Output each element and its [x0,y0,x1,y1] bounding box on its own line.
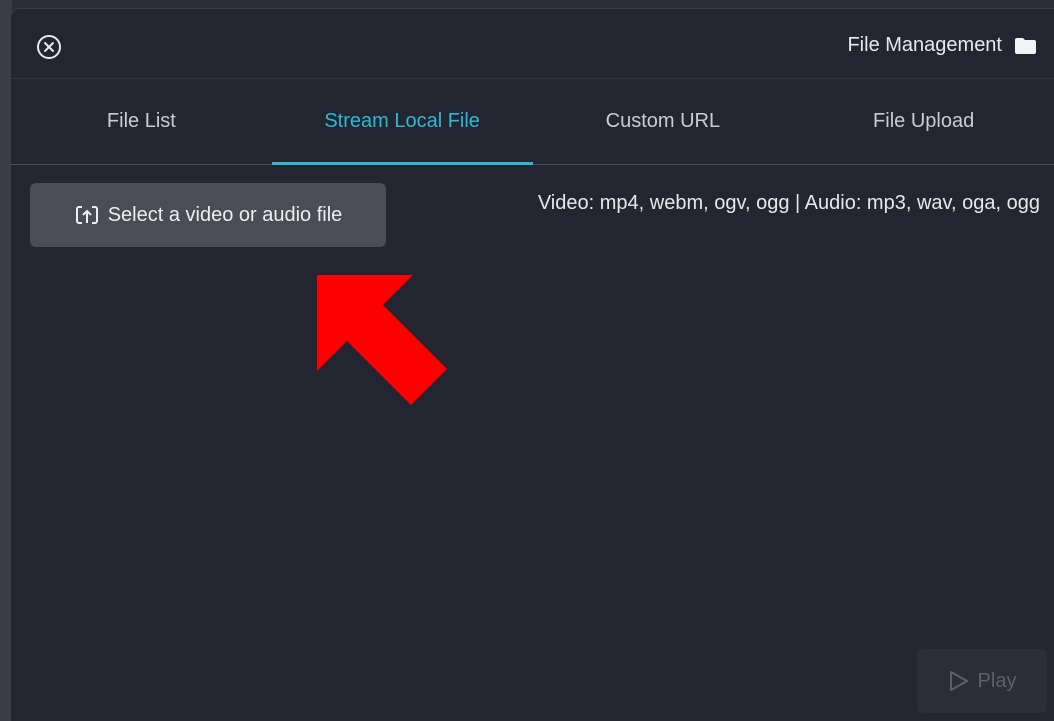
play-icon [949,671,968,691]
supported-formats-text: Video: mp4, webm, ogv, ogg | Audio: mp3,… [537,192,1040,214]
close-circle-icon [37,35,61,59]
file-management-dialog: File Management File List Stream Local F… [10,8,1054,721]
tab-bar: File List Stream Local File Custom URL F… [11,79,1054,165]
tab-label: File Upload [873,110,975,132]
select-file-label: Select a video or audio file [107,203,343,226]
play-button[interactable]: Play [917,649,1047,713]
close-button[interactable] [35,33,63,61]
tab-file-list[interactable]: File List [11,79,272,164]
page-title: File Management [847,33,1002,56]
upload-icon [75,206,98,224]
tab-label: Stream Local File [324,110,480,132]
tab-stream-local-file[interactable]: Stream Local File [271,79,533,165]
tab-custom-url[interactable]: Custom URL [533,79,794,164]
tab-label: Custom URL [605,110,721,132]
tab-file-upload[interactable]: File Upload [793,79,1054,164]
dialog-header: File Management [11,9,1054,79]
annotation-arrow-icon [317,275,447,405]
play-label: Play [977,669,1017,692]
tab-label: File List [106,110,176,132]
select-file-button[interactable]: Select a video or audio file [30,183,386,247]
header-title-group: File Management [847,31,1038,59]
folder-icon [1015,38,1036,54]
